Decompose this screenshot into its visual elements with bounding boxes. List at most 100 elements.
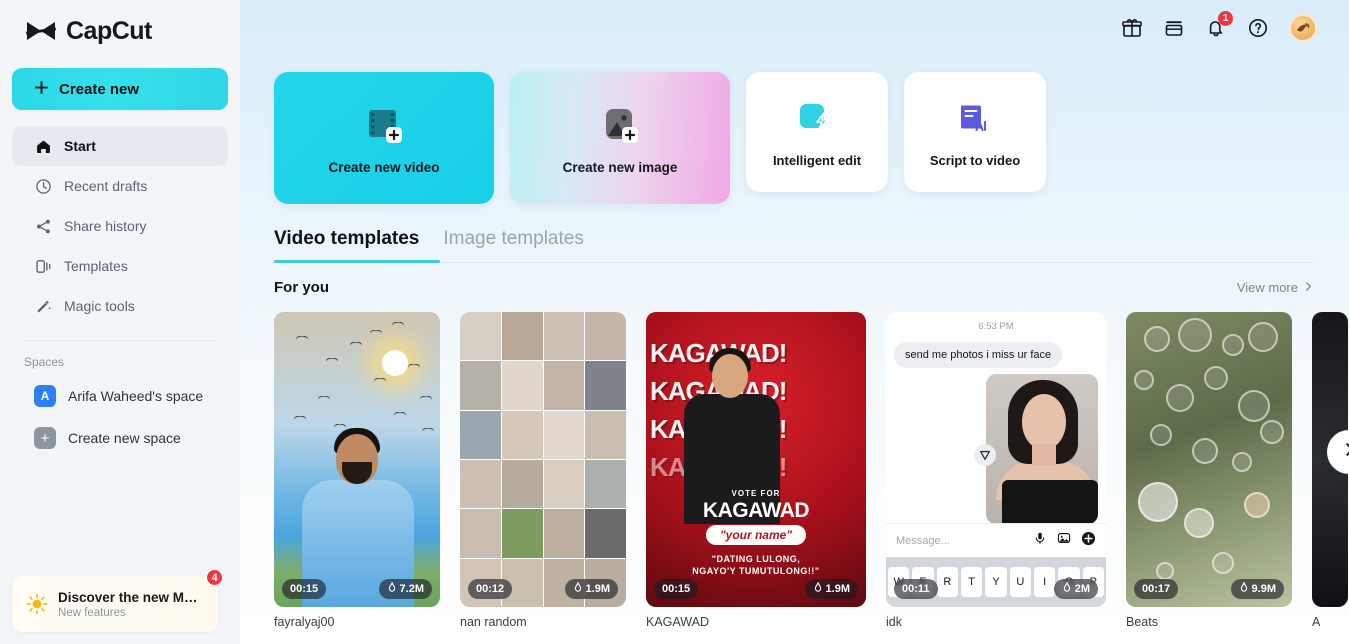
- chat-input-placeholder: Message...: [896, 534, 950, 547]
- chat-message-bubble: send me photos i miss ur face: [894, 342, 1063, 368]
- sidebar-item-start[interactable]: Start: [12, 126, 228, 166]
- chat-timestamp: 6:53 PM: [978, 321, 1014, 332]
- photo-collage: [460, 312, 626, 607]
- for-you-section-header: For you View more: [274, 279, 1314, 296]
- thumbnail-art-kagawad: KAGAWAD! KAGAWAD! KAGAWAD! KAGAWAD! VOTE…: [646, 312, 866, 607]
- chevron-right-icon: [1303, 280, 1314, 295]
- tab-image-templates[interactable]: Image templates: [443, 228, 583, 262]
- chat-input-bar: Message...: [886, 523, 1106, 557]
- template-card[interactable]: KAGAWAD! KAGAWAD! KAGAWAD! KAGAWAD! VOTE…: [646, 312, 866, 629]
- create-new-button[interactable]: Create new: [12, 68, 228, 110]
- discover-banner[interactable]: Discover the new M… New features 4: [12, 569, 223, 632]
- plays-count: 7.2M: [399, 583, 424, 595]
- template-carousel: 00:15 7.2M fayralyaj00 00:12 1.9M nan ra…: [274, 312, 1349, 629]
- sidebar-item-label: Share history: [64, 218, 147, 234]
- plays-count: 1.9M: [825, 583, 850, 595]
- share-icon: [34, 217, 52, 235]
- create-new-label: Create new: [59, 80, 140, 98]
- duration-badge: 00:11: [894, 579, 938, 599]
- archive-box-icon[interactable]: [1163, 17, 1185, 39]
- fire-icon: [1239, 582, 1249, 596]
- keyboard-key: T: [960, 567, 983, 597]
- template-thumbnail[interactable]: 00:15 7.2M: [274, 312, 440, 607]
- keyboard-key: Y: [985, 567, 1007, 597]
- create-new-space-button[interactable]: + Create new space: [12, 417, 228, 459]
- sidebar: CapCut Create new Start Recent drafts Sh…: [0, 0, 240, 644]
- create-new-video-card[interactable]: Create new video: [274, 72, 494, 204]
- app-logo[interactable]: CapCut: [0, 0, 240, 48]
- sidebar-item-recent-drafts[interactable]: Recent drafts: [12, 166, 228, 206]
- capcut-app-window: CapCut Create new Start Recent drafts Sh…: [0, 0, 1349, 644]
- sidebar-item-templates[interactable]: Templates: [12, 246, 228, 286]
- sidebar-item-label: Start: [64, 138, 96, 154]
- template-title: fayralyaj00: [274, 615, 335, 629]
- duration-badge: 00:15: [654, 579, 699, 599]
- avatar[interactable]: [1289, 14, 1317, 42]
- sidebar-item-label: Recent drafts: [64, 178, 148, 194]
- app-logo-text: CapCut: [66, 16, 152, 45]
- sidebar-item-magic-tools[interactable]: Magic tools: [12, 286, 228, 326]
- fire-icon: [387, 582, 397, 596]
- discover-title: Discover the new M…: [58, 589, 198, 605]
- space-item-label: Arifa Waheed's space: [68, 388, 204, 404]
- template-card[interactable]: 00:12 1.9M nan random: [460, 312, 626, 629]
- plus-circle-icon: [1081, 531, 1096, 551]
- fire-icon: [573, 582, 583, 596]
- top-bar: 1: [240, 0, 1349, 56]
- notification-badge: 1: [1218, 11, 1233, 26]
- sidebar-item-share-history[interactable]: Share history: [12, 206, 228, 246]
- discover-text: Discover the new M… New features: [58, 590, 198, 619]
- home-icon: [34, 137, 52, 155]
- duration-badge: 00:17: [1134, 579, 1179, 599]
- plays-badge: 7.2M: [378, 579, 432, 599]
- thumbnail-art-sunset-man: [274, 312, 440, 607]
- plays-count: 9.9M: [1251, 583, 1276, 595]
- keyboard-key: I: [1033, 567, 1056, 597]
- card-label: Intelligent edit: [772, 152, 862, 168]
- main-content: 1 Create new video Create new image Inte…: [240, 0, 1349, 644]
- sidebar-nav: Start Recent drafts Share history Templa…: [0, 126, 240, 326]
- template-card[interactable]: 6:53 PM send me photos i miss ur face Me…: [886, 312, 1106, 629]
- plays-badge: 1.9M: [564, 579, 618, 599]
- template-thumbnail[interactable]: 00:12 1.9M: [460, 312, 626, 607]
- card-label: Script to video: [929, 152, 1021, 168]
- thumbnail-art-collage: [460, 312, 626, 607]
- film-plus-icon: [361, 102, 407, 148]
- help-circle-icon[interactable]: [1247, 17, 1269, 39]
- template-type-tabs: Video templates Image templates: [274, 228, 1314, 263]
- view-more-link[interactable]: View more: [1237, 280, 1314, 295]
- tab-video-templates[interactable]: Video templates: [274, 228, 419, 262]
- plays-badge: 2M: [1053, 579, 1098, 599]
- template-thumbnail[interactable]: KAGAWAD! KAGAWAD! KAGAWAD! KAGAWAD! VOTE…: [646, 312, 866, 607]
- image-plus-icon: [597, 102, 643, 148]
- discover-badge: 4: [206, 569, 223, 586]
- templates-icon: [34, 257, 52, 275]
- template-title: idk: [886, 615, 902, 629]
- gift-icon[interactable]: [1121, 17, 1143, 39]
- plus-icon: [34, 80, 49, 99]
- plays-count: 1.9M: [585, 583, 610, 595]
- photo-icon: [1057, 531, 1071, 550]
- duration-badge: 00:12: [468, 579, 513, 599]
- script-to-video-card[interactable]: Script to video: [904, 72, 1046, 192]
- view-more-label: View more: [1236, 280, 1298, 295]
- send-icon: [974, 444, 996, 466]
- chevron-right-icon: [1341, 441, 1349, 463]
- intelligent-edit-card[interactable]: Intelligent edit: [746, 72, 888, 192]
- duration-badge: 00:15: [282, 579, 327, 599]
- template-title: A: [1312, 615, 1321, 629]
- script-ai-icon: [952, 97, 998, 143]
- template-thumbnail[interactable]: 6:53 PM send me photos i miss ur face Me…: [886, 312, 1106, 607]
- space-item-arifa[interactable]: A Arifa Waheed's space: [12, 375, 228, 417]
- bell-icon[interactable]: 1: [1205, 11, 1233, 39]
- spaces-label: Spaces: [24, 355, 65, 369]
- template-thumbnail[interactable]: 00:17 9.9M: [1126, 312, 1292, 607]
- card-label: Create new image: [562, 159, 678, 175]
- magic-clip-icon: [794, 97, 840, 143]
- template-title: nan random: [460, 615, 527, 629]
- template-card[interactable]: 00:17 9.9M Beats: [1126, 312, 1292, 629]
- card-label: Create new video: [328, 159, 440, 175]
- template-title: Beats: [1126, 615, 1158, 629]
- create-new-image-card[interactable]: Create new image: [510, 72, 730, 204]
- template-card[interactable]: 00:15 7.2M fayralyaj00: [274, 312, 440, 629]
